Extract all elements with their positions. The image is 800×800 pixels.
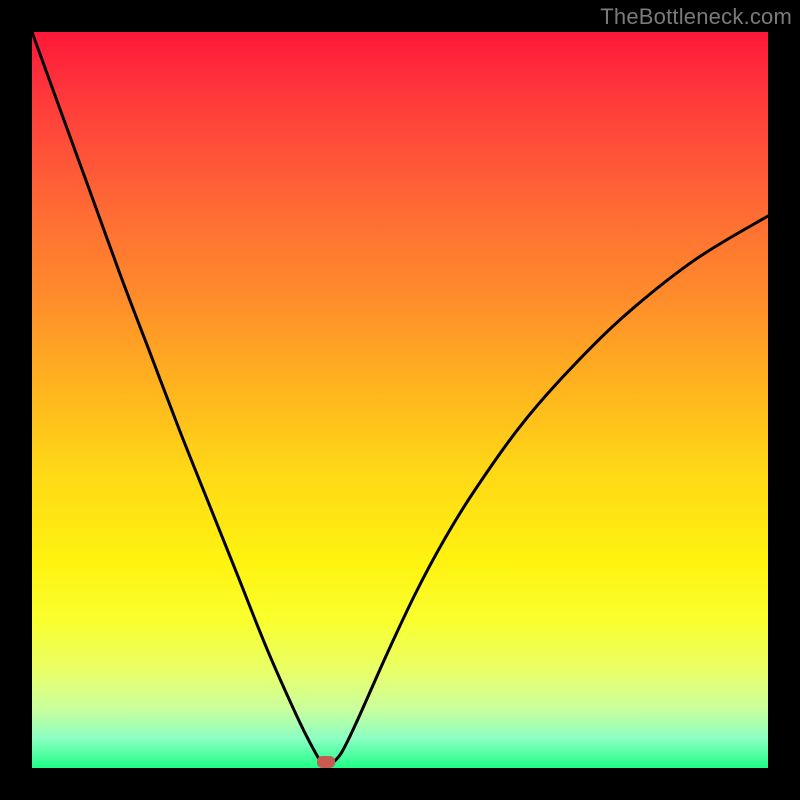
watermark-text: TheBottleneck.com [600,4,792,30]
optimum-marker [317,756,335,768]
chart-frame: TheBottleneck.com [0,0,800,800]
curve-layer [32,32,768,768]
bottleneck-curve [32,32,768,766]
plot-area [32,32,768,768]
